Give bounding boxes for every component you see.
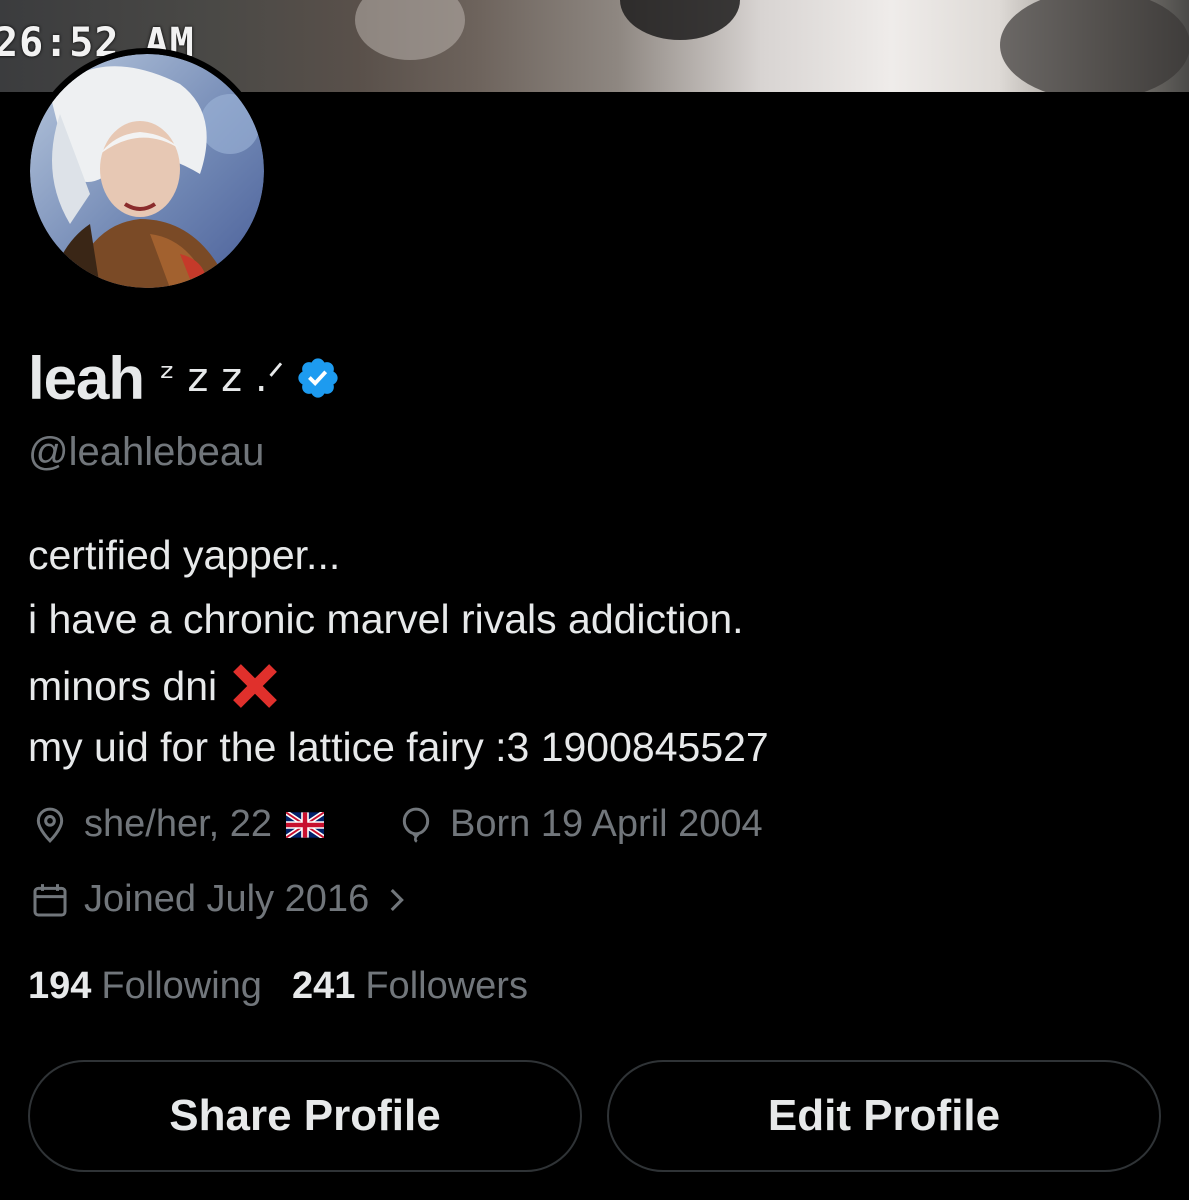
followers-count: 241 [291,965,356,1007]
bio-line: my uid for the lattice fairy :3 19008455… [28,724,769,770]
location-pin-icon [36,807,64,843]
avatar[interactable] [24,48,270,294]
profile-handle: @leahlebeau [28,430,265,474]
red-cross-mark-icon [233,664,278,708]
followers-link[interactable]: 241 Followers [292,965,528,1008]
display-name-decoration: ᶻ z 𝗓 .ᐟ [160,355,285,401]
share-profile-button[interactable]: Share Profile [28,1060,582,1172]
edit-profile-button[interactable]: Edit Profile [607,1060,1161,1172]
banner-shape [620,0,740,40]
location-text: she/her, 22 [84,803,273,845]
bio-line: certified yapper... [28,532,341,578]
display-name: leah [28,344,145,412]
following-label: Following [101,965,262,1007]
calendar-icon [33,883,67,916]
banner-shape [355,0,465,60]
following-link[interactable]: 194 Following [28,965,262,1008]
bio-line: i have a chronic marvel rivals addiction… [28,596,744,642]
birthday-text: Born 19 April 2004 [450,803,763,845]
bio-line: minors dni [28,660,281,712]
followers-label: Followers [365,965,528,1007]
profile-joined[interactable]: Joined July 2016 [30,878,413,921]
profile-birthday: Born 19 April 2004 [396,803,763,846]
banner-shape [1000,0,1189,92]
display-name-row: leah ᶻ z 𝗓 .ᐟ [28,343,341,413]
chevron-right-icon [390,888,405,911]
profile-location: she/her, 22 [30,803,338,846]
avatar-image [30,54,264,288]
uk-flag-icon [286,811,325,838]
following-count: 194 [28,965,92,1007]
follow-stats: 194 Following 241 Followers [28,965,528,1008]
verified-badge-icon[interactable] [295,355,341,401]
bio-line-text: minors dni [28,662,218,709]
balloon-icon [402,807,430,843]
joined-text: Joined July 2016 [84,878,370,920]
